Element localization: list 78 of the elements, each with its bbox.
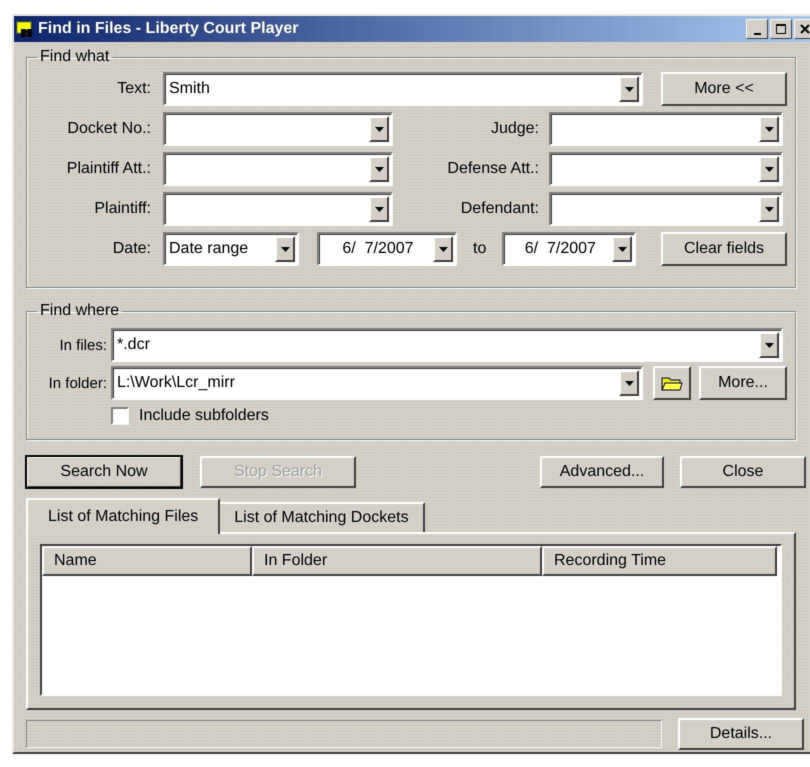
browse-folder-button[interactable] (653, 366, 691, 400)
caret-icon (374, 206, 384, 212)
more-button[interactable]: More... (699, 366, 787, 400)
checkbox[interactable] (111, 407, 129, 425)
combo-field[interactable]: L:\Work\Lcr_mirr (111, 366, 643, 400)
dropdown-button[interactable] (369, 196, 389, 222)
more-button[interactable]: More << (661, 72, 787, 106)
action-button[interactable]: Search Now (26, 456, 182, 488)
date-picker[interactable]: 6/ 7/2007 (317, 232, 457, 266)
combo-field[interactable] (549, 192, 783, 226)
combo-field[interactable] (549, 152, 783, 186)
caret-icon (764, 342, 774, 348)
details-button[interactable]: Details... (678, 718, 804, 750)
folder-icon (661, 375, 683, 391)
field-label: Docket No.: (66, 120, 151, 138)
field-value: Smith (169, 80, 211, 98)
action-button[interactable]: Advanced... (540, 456, 664, 488)
dropdown-button[interactable] (275, 236, 295, 262)
dropdown-button[interactable] (369, 116, 389, 142)
column-header[interactable]: In Folder (252, 546, 542, 576)
dropdown-button[interactable] (619, 370, 639, 396)
dropdown-button[interactable] (612, 236, 632, 262)
dropdown-button[interactable] (759, 332, 779, 358)
tab[interactable]: List of Matching Files (26, 498, 220, 534)
field-value: 6/ 7/2007 (524, 240, 597, 258)
dropdown-button[interactable] (759, 156, 779, 182)
caret-icon (374, 166, 384, 172)
caret-icon (624, 380, 634, 386)
field-label: In files: (58, 336, 107, 354)
text-combo-field[interactable]: Smith (163, 72, 643, 106)
date-picker[interactable]: 6/ 7/2007 (502, 232, 636, 266)
caret-icon (764, 126, 774, 132)
maximize-button[interactable] (770, 19, 792, 39)
combo-field[interactable]: *.dcr (111, 328, 783, 362)
clear-fields-button[interactable]: Clear fields (661, 232, 787, 266)
caret-icon (438, 246, 448, 252)
action-button[interactable]: Close (680, 456, 806, 488)
minimize-button[interactable] (746, 19, 768, 39)
field-value: L:\Work\Lcr_mirr (117, 374, 236, 392)
caret-icon (764, 166, 774, 172)
combo-field[interactable] (163, 152, 393, 186)
caret-icon (280, 246, 290, 252)
combo-field[interactable] (549, 112, 783, 146)
range-label: to (473, 240, 486, 258)
date-mode-combo[interactable]: Date range (163, 232, 299, 266)
field-label: Plaintiff Att.: (66, 160, 151, 178)
dropdown-button[interactable] (759, 116, 779, 142)
dropdown-button[interactable] (619, 76, 639, 102)
caret-icon (618, 246, 627, 252)
group-title: Find what (39, 48, 110, 66)
column-header[interactable]: Recording Time (542, 546, 777, 576)
field-value: *.dcr (117, 336, 151, 354)
caret-icon (764, 206, 774, 212)
close-window-button[interactable] (794, 19, 810, 39)
maximize-icon (775, 23, 787, 35)
field-label: Defendant: (460, 200, 539, 218)
dropdown-button[interactable] (369, 156, 389, 182)
caret-icon (374, 126, 384, 132)
field-label: Date: (112, 240, 151, 258)
field-label: Plaintiff: (93, 200, 151, 218)
tab[interactable]: List of Matching Dockets (218, 502, 425, 532)
field-value: 6/ 7/2007 (341, 240, 415, 258)
dropdown-button[interactable] (759, 196, 779, 222)
field-label: Text: (116, 80, 151, 98)
dropdown-button[interactable] (433, 236, 453, 262)
column-header[interactable]: Name (42, 546, 252, 576)
close-icon (799, 23, 810, 35)
field-label: Defense Att.: (446, 160, 539, 178)
combo-field[interactable] (163, 192, 393, 226)
field-value: Date range (169, 240, 250, 258)
caret-icon (624, 86, 634, 92)
combo-field[interactable] (163, 112, 393, 146)
window-title: Find in Files - Liberty Court Player (38, 20, 298, 38)
minimize-icon (754, 32, 760, 34)
field-label: In folder: (48, 374, 107, 392)
group-title: Find where (39, 302, 120, 320)
field-label: Judge: (490, 120, 539, 138)
checkbox-label: Include subfolders (139, 407, 269, 425)
